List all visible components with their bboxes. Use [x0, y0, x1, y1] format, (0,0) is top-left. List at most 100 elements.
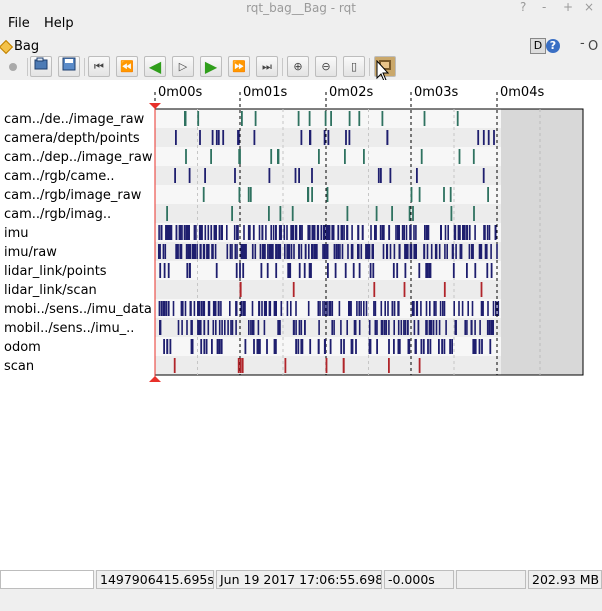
message-mark: [381, 320, 384, 335]
message-mark: [241, 111, 243, 126]
message-mark: [347, 244, 349, 259]
message-mark: [338, 301, 341, 316]
zoom-in-button[interactable]: ⊕: [287, 56, 309, 77]
message-mark: [234, 244, 237, 259]
message-mark: [244, 244, 247, 259]
message-mark: [252, 225, 255, 240]
zoom-out-button[interactable]: ⊖: [315, 56, 337, 77]
message-mark: [389, 244, 392, 259]
message-mark: [221, 320, 223, 335]
status-bag-size: 202.93 MB: [528, 570, 602, 589]
message-mark: [393, 301, 396, 316]
message-mark: [497, 301, 500, 316]
message-mark: [264, 244, 266, 259]
dock-d-button[interactable]: D: [530, 38, 546, 54]
message-mark: [175, 244, 178, 259]
message-mark: [218, 301, 220, 316]
dock-help-icon[interactable]: ?: [546, 39, 560, 53]
message-mark: [339, 244, 341, 259]
message-mark: [472, 339, 475, 354]
save-bag-button[interactable]: [58, 56, 80, 77]
message-mark: [193, 244, 195, 259]
message-mark: [472, 149, 475, 164]
begin-button[interactable]: ⏮: [88, 56, 110, 77]
message-mark: [435, 320, 438, 335]
message-mark: [435, 244, 438, 259]
message-timeline-canvas[interactable]: [0, 80, 602, 390]
message-mark: [162, 244, 165, 259]
message-mark: [300, 320, 303, 335]
timeline-panel[interactable]: 0m00s 0m01s 0m02s 0m03s 0m04s cam../de..…: [0, 80, 602, 570]
message-mark: [415, 339, 417, 354]
message-mark: [279, 206, 282, 221]
end-button[interactable]: ⏭: [256, 56, 278, 77]
message-mark: [216, 339, 219, 354]
fastforward-button[interactable]: ⏩: [228, 56, 250, 77]
message-mark: [164, 244, 167, 259]
outside-range-region: [501, 204, 583, 223]
message-mark: [474, 339, 477, 354]
message-mark: [396, 263, 399, 278]
message-mark: [204, 168, 206, 183]
message-mark: [297, 339, 300, 354]
message-mark: [286, 244, 288, 259]
message-mark: [268, 206, 270, 221]
message-mark: [248, 320, 250, 335]
message-mark: [204, 225, 207, 240]
window-maximize-button[interactable]: +: [563, 0, 573, 14]
message-mark: [188, 263, 191, 278]
message-mark: [167, 263, 170, 278]
message-mark: [346, 225, 348, 240]
rewind-button[interactable]: ⏪: [116, 56, 138, 77]
play-button[interactable]: ▷: [172, 56, 194, 77]
message-mark: [174, 168, 176, 183]
previous-button[interactable]: ◀: [144, 56, 166, 77]
message-mark: [352, 263, 355, 278]
message-mark: [464, 320, 466, 335]
message-mark: [288, 244, 291, 259]
message-mark: [279, 244, 282, 259]
message-mark: [186, 263, 189, 278]
window-close-button[interactable]: ×: [584, 0, 594, 14]
message-mark: [211, 339, 213, 354]
message-mark: [177, 320, 180, 335]
menu-help[interactable]: Help: [44, 16, 74, 31]
dock-close-button[interactable]: O: [588, 39, 598, 54]
message-mark: [360, 301, 362, 316]
message-mark: [490, 263, 493, 278]
window-minimize-button[interactable]: -: [542, 0, 546, 14]
message-mark: [468, 244, 471, 259]
record-icon: [9, 63, 17, 71]
message-mark: [363, 149, 365, 164]
message-mark: [169, 339, 172, 354]
message-mark: [444, 244, 446, 259]
message-mark: [168, 301, 170, 316]
message-mark: [343, 339, 345, 354]
record-button[interactable]: [2, 56, 24, 77]
message-mark: [397, 320, 400, 335]
message-mark: [391, 301, 394, 316]
message-mark: [311, 244, 313, 259]
message-mark: [450, 206, 453, 221]
message-mark: [464, 225, 466, 240]
message-mark: [327, 263, 329, 278]
message-mark: [455, 320, 457, 335]
message-mark: [272, 225, 275, 240]
toolbar: ⏮ ⏪ ◀ ▷ ▶ ⏩ ⏭ ⊕ ⊖ ▯: [0, 55, 602, 79]
next-button[interactable]: ▶: [200, 56, 222, 77]
message-mark: [241, 358, 244, 373]
message-mark: [358, 301, 360, 316]
message-mark: [280, 301, 283, 316]
window-help-button[interactable]: ?: [520, 0, 526, 14]
message-mark: [197, 111, 200, 126]
menu-file[interactable]: File: [8, 16, 30, 31]
message-mark: [425, 263, 428, 278]
message-mark: [356, 301, 358, 316]
message-mark: [410, 187, 413, 202]
message-mark: [416, 301, 419, 316]
zoom-fit-button[interactable]: ▯: [343, 56, 365, 77]
load-bag-button[interactable]: [30, 56, 52, 77]
message-mark: [346, 320, 348, 335]
message-mark: [226, 225, 228, 240]
message-mark: [393, 339, 395, 354]
